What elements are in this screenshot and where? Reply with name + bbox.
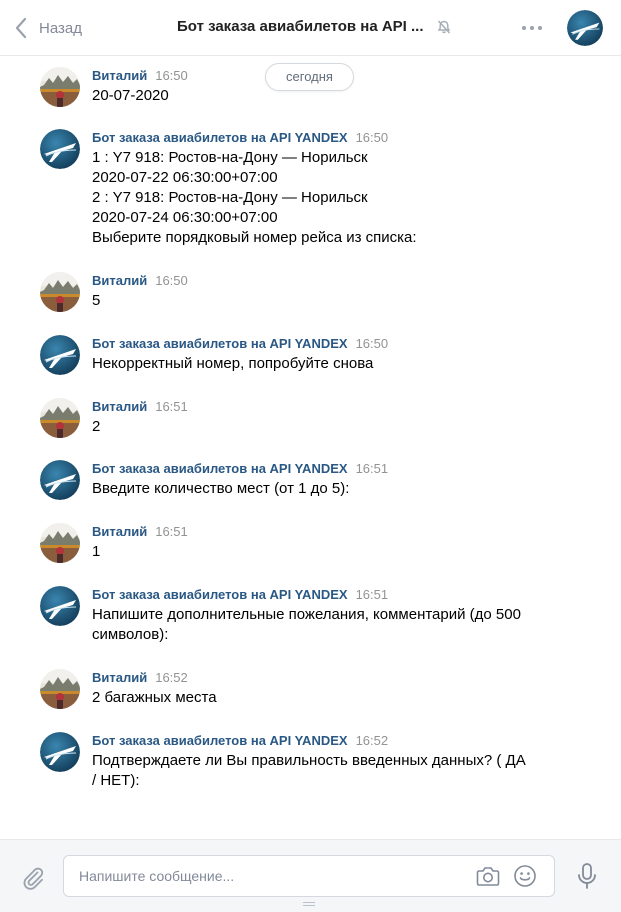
back-label: Назад [39, 19, 82, 37]
message-history[interactable]: сегодня Виталий 16:50 20-07-2020 Бот зак… [0, 57, 621, 839]
bot-avatar[interactable] [40, 460, 80, 500]
user-avatar[interactable] [40, 398, 80, 438]
message-time[interactable]: 16:51 [356, 461, 389, 476]
message-text: 20-07-2020 [92, 86, 532, 106]
user-avatar[interactable] [40, 272, 80, 312]
message-time[interactable]: 16:52 [155, 670, 188, 685]
author-name[interactable]: Бот заказа авиабилетов на API YANDEX [92, 130, 348, 145]
user-photo-icon [40, 669, 80, 709]
message-time[interactable]: 16:50 [155, 273, 188, 288]
bot-avatar[interactable] [40, 335, 80, 375]
airplane-logo-icon [40, 335, 80, 375]
message-line: Выберите порядковый номер рейса из списк… [92, 229, 417, 246]
message-line: 2020-07-22 06:30:00+07:00 [92, 169, 278, 186]
message-header: Виталий 16:51 [92, 523, 188, 541]
airplane-logo-icon [40, 460, 80, 500]
message-header: Бот заказа авиабилетов на API YANDEX 16:5… [92, 460, 388, 478]
message-text: Некорректный номер, попробуйте снова [92, 354, 532, 374]
back-button[interactable]: Назад [14, 16, 82, 40]
author-name[interactable]: Виталий [92, 670, 147, 685]
message-time[interactable]: 16:52 [356, 733, 389, 748]
paperclip-icon[interactable] [20, 864, 46, 890]
smile-icon[interactable] [513, 864, 537, 888]
message-line: 1 [92, 543, 101, 560]
microphone-icon[interactable] [576, 862, 598, 890]
airplane-logo-icon [40, 732, 80, 772]
message-line: 5 [92, 292, 101, 309]
message-header: Виталий 16:50 [92, 272, 188, 290]
author-name[interactable]: Виталий [92, 68, 147, 83]
message-time[interactable]: 16:51 [155, 524, 188, 539]
chat-header: Назад Бот заказа авиабилетов на API ... [0, 0, 621, 56]
message-header: Виталий 16:50 [92, 67, 188, 85]
message-line: 2 : Y7 918: Ростов-на-Дону — Норильск [92, 189, 368, 206]
message-text: 1 [92, 542, 532, 562]
message-text: 2 [92, 417, 532, 437]
message-text: 5 [92, 291, 532, 311]
author-name[interactable]: Виталий [92, 273, 147, 288]
message-line: 1 : Y7 918: Ростов-на-Дону — Норильск [92, 149, 368, 166]
camera-icon[interactable] [476, 865, 500, 887]
message-text: Подтверждаете ли Вы правильность введенн… [92, 751, 532, 791]
author-name[interactable]: Виталий [92, 399, 147, 414]
message-line: 2 багажных места [92, 689, 217, 706]
message-text: Введите количество мест (от 1 до 5): [92, 479, 532, 499]
author-name[interactable]: Бот заказа авиабилетов на API YANDEX [92, 461, 348, 476]
message-header: Виталий 16:51 [92, 398, 188, 416]
message-composer [0, 839, 621, 912]
user-photo-icon [40, 67, 80, 107]
message-line: Некорректный номер, попробуйте снова [92, 355, 374, 372]
user-photo-icon [40, 398, 80, 438]
bot-avatar[interactable] [40, 586, 80, 626]
more-dots-icon[interactable] [522, 26, 542, 30]
message-time[interactable]: 16:50 [356, 130, 389, 145]
user-avatar[interactable] [40, 523, 80, 563]
airplane-logo-icon [40, 129, 80, 169]
user-avatar[interactable] [40, 67, 80, 107]
resize-handle[interactable] [303, 902, 315, 908]
message-text: Напишите дополнительные пожелания, комме… [92, 605, 532, 645]
user-photo-icon [40, 272, 80, 312]
message-header: Бот заказа авиабилетов на API YANDEX 16:5… [92, 335, 388, 353]
message-line: 2 [92, 418, 101, 435]
message-header: Виталий 16:52 [92, 669, 188, 687]
airplane-logo-icon [40, 586, 80, 626]
bot-avatar[interactable] [40, 732, 80, 772]
author-name[interactable]: Бот заказа авиабилетов на API YANDEX [92, 336, 348, 351]
airplane-logo-icon [567, 10, 603, 46]
message-time[interactable]: 16:50 [155, 68, 188, 83]
message-text: 2 багажных места [92, 688, 532, 708]
message-line: 2020-07-24 06:30:00+07:00 [92, 209, 278, 226]
message-line: Введите количество мест (от 1 до 5): [92, 480, 350, 497]
message-time[interactable]: 16:51 [356, 587, 389, 602]
author-name[interactable]: Виталий [92, 524, 147, 539]
chat-title: Бот заказа авиабилетов на API ... [177, 18, 424, 35]
user-photo-icon [40, 523, 80, 563]
user-avatar[interactable] [40, 669, 80, 709]
message-time[interactable]: 16:50 [356, 336, 389, 351]
author-name[interactable]: Бот заказа авиабилетов на API YANDEX [92, 587, 348, 602]
bot-avatar[interactable] [40, 129, 80, 169]
muted-bell-icon [437, 19, 450, 34]
message-line: / НЕТ): [92, 772, 140, 789]
message-header: Бот заказа авиабилетов на API YANDEX 16:5… [92, 586, 388, 604]
message-header: Бот заказа авиабилетов на API YANDEX 16:5… [92, 129, 388, 147]
message-time[interactable]: 16:51 [155, 399, 188, 414]
chevron-left-icon [15, 17, 27, 39]
message-line: символов): [92, 626, 169, 643]
message-line: 20-07-2020 [92, 87, 169, 104]
bot-avatar-header[interactable] [567, 10, 603, 46]
chat-title-area[interactable]: Бот заказа авиабилетов на API ... [177, 18, 452, 35]
message-header: Бот заказа авиабилетов на API YANDEX 16:5… [92, 732, 388, 750]
author-name[interactable]: Бот заказа авиабилетов на API YANDEX [92, 733, 348, 748]
message-line: Подтверждаете ли Вы правильность введенн… [92, 752, 526, 769]
message-text: 1 : Y7 918: Ростов-на-Дону — Норильск 20… [92, 148, 532, 248]
message-line: Напишите дополнительные пожелания, комме… [92, 606, 521, 623]
